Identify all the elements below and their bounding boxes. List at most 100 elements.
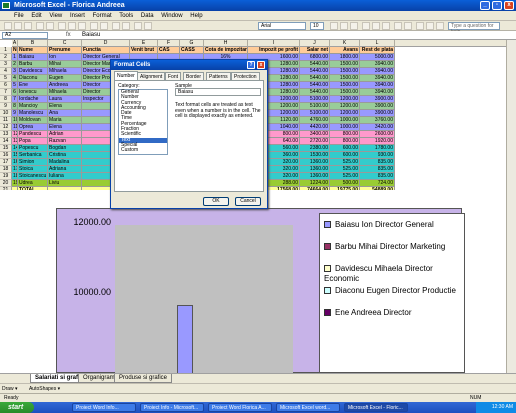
cell[interactable]: Ana <box>48 110 82 117</box>
cell[interactable]: Iuliana <box>48 173 82 180</box>
align-left-icon[interactable] <box>362 22 370 30</box>
cell[interactable]: 3420.00 <box>360 124 395 131</box>
autoshapes-menu[interactable]: AutoShapes ▾ <box>29 386 60 392</box>
cell[interactable]: 1800.00 <box>330 54 360 61</box>
cell[interactable]: Mihaela <box>48 89 82 96</box>
cell[interactable]: Avans <box>330 47 360 54</box>
vertical-scrollbar[interactable] <box>506 40 516 373</box>
menu-edit[interactable]: Edit <box>31 13 41 19</box>
row-header[interactable]: 17 <box>0 159 12 166</box>
new-icon[interactable] <box>4 22 12 30</box>
row-header[interactable]: 20 <box>0 180 12 187</box>
cell[interactable]: Popa <box>18 138 48 145</box>
cell[interactable]: 3760.00 <box>360 117 395 124</box>
cell[interactable]: 3940.00 <box>360 75 395 82</box>
cell[interactable]: Adriana <box>48 166 82 173</box>
dialog-title-bar[interactable]: Format Cells ? x <box>111 60 267 70</box>
row-header[interactable]: 4 <box>0 68 12 75</box>
close-button[interactable]: x <box>504 1 514 10</box>
sort-icon[interactable] <box>122 22 130 30</box>
cell[interactable]: 3940.00 <box>360 61 395 68</box>
column-header[interactable]: E <box>130 40 158 47</box>
menu-help[interactable]: Help <box>190 13 202 19</box>
cell[interactable]: 5100.00 <box>300 103 330 110</box>
row-header[interactable]: 19 <box>0 173 12 180</box>
cell[interactable]: Pandescu <box>18 131 48 138</box>
cell[interactable]: 3900.00 <box>360 96 395 103</box>
column-header[interactable]: G <box>180 40 204 47</box>
cell[interactable]: 1360.00 <box>300 173 330 180</box>
cell[interactable]: 5100.00 <box>300 110 330 117</box>
cell[interactable]: 1500.00 <box>330 89 360 96</box>
column-header[interactable]: K <box>330 40 360 47</box>
cell[interactable]: 2380.00 <box>300 145 330 152</box>
cell[interactable]: 835.00 <box>360 166 395 173</box>
row-header[interactable]: 12 <box>0 124 12 131</box>
cell[interactable]: Prenume <box>48 47 82 54</box>
cell[interactable]: Adrian <box>48 131 82 138</box>
cell[interactable]: 5440.00 <box>300 89 330 96</box>
plot-area[interactable] <box>115 225 293 375</box>
cell[interactable]: 5440.00 <box>300 75 330 82</box>
cell[interactable]: Baiasu <box>18 54 48 61</box>
fill-color-icon[interactable] <box>426 22 434 30</box>
cell[interactable]: Laura <box>48 96 82 103</box>
column-header[interactable]: F <box>158 40 180 47</box>
cell[interactable]: Madalina <box>48 159 82 166</box>
cell[interactable]: 525.00 <box>330 173 360 180</box>
cell[interactable]: 1200.00 <box>330 96 360 103</box>
cell[interactable]: Rest de plata <box>360 47 395 54</box>
cell[interactable]: 525.00 <box>330 159 360 166</box>
row-header[interactable]: 8 <box>0 96 12 103</box>
cell[interactable]: 4420.00 <box>300 124 330 131</box>
cell[interactable]: Stoica <box>18 166 48 173</box>
cell[interactable]: 600.00 <box>330 152 360 159</box>
column-header[interactable]: C <box>48 40 82 47</box>
cell[interactable]: 1000.00 <box>330 117 360 124</box>
cell[interactable]: Impozit pe profit <box>248 47 300 54</box>
zoom-icon[interactable] <box>144 22 152 30</box>
cell[interactable]: Serbanica <box>18 152 48 159</box>
cell[interactable]: Functia <box>82 47 130 54</box>
cell[interactable]: 4760.00 <box>300 117 330 124</box>
tab-protection[interactable]: Protection <box>231 72 260 80</box>
cell[interactable]: Cristina <box>48 152 82 159</box>
cell[interactable]: Moldovan <box>18 117 48 124</box>
cell[interactable]: 3940.00 <box>360 82 395 89</box>
cell[interactable]: Ene <box>18 82 48 89</box>
cell[interactable]: Mihai <box>48 61 82 68</box>
bold-icon[interactable] <box>330 22 338 30</box>
dialog-close-button[interactable]: x <box>257 61 265 69</box>
row-header[interactable]: 9 <box>0 103 12 110</box>
cell[interactable]: 1500.00 <box>330 82 360 89</box>
tab-number[interactable]: Number <box>114 71 138 80</box>
menu-format[interactable]: Format <box>93 13 112 19</box>
cell[interactable]: 6800.00 <box>300 54 330 61</box>
cell[interactable]: Bogdan <box>48 145 82 152</box>
cancel-button[interactable]: Cancel <box>235 197 261 206</box>
menu-window[interactable]: Window <box>161 13 182 19</box>
row-header[interactable]: 13 <box>0 131 12 138</box>
menu-view[interactable]: View <box>49 13 62 19</box>
cell[interactable]: Popescu <box>18 145 48 152</box>
cell[interactable]: 500.00 <box>330 180 360 187</box>
column-header[interactable]: B <box>18 40 48 47</box>
column-header[interactable]: J <box>300 40 330 47</box>
cell[interactable]: 5440.00 <box>300 68 330 75</box>
cell[interactable]: 3900.00 <box>360 110 395 117</box>
percent-icon[interactable] <box>404 22 412 30</box>
help-search-input[interactable]: Type a question for help <box>448 22 500 35</box>
cell[interactable]: 800.00 <box>330 138 360 145</box>
cell[interactable]: Elena <box>48 124 82 131</box>
cell[interactable]: 2720.00 <box>300 138 330 145</box>
copy-icon[interactable] <box>68 22 76 30</box>
open-icon[interactable] <box>14 22 22 30</box>
cell[interactable]: 5100.00 <box>300 96 330 103</box>
cell[interactable]: 1920.00 <box>360 138 395 145</box>
undo-icon[interactable] <box>90 22 98 30</box>
chart-bar[interactable] <box>177 305 193 375</box>
row-header[interactable]: 2 <box>0 54 12 61</box>
cell[interactable]: 1500.00 <box>330 75 360 82</box>
cell[interactable]: 3940.00 <box>360 89 395 96</box>
cell[interactable]: Venit brut <box>130 47 158 54</box>
